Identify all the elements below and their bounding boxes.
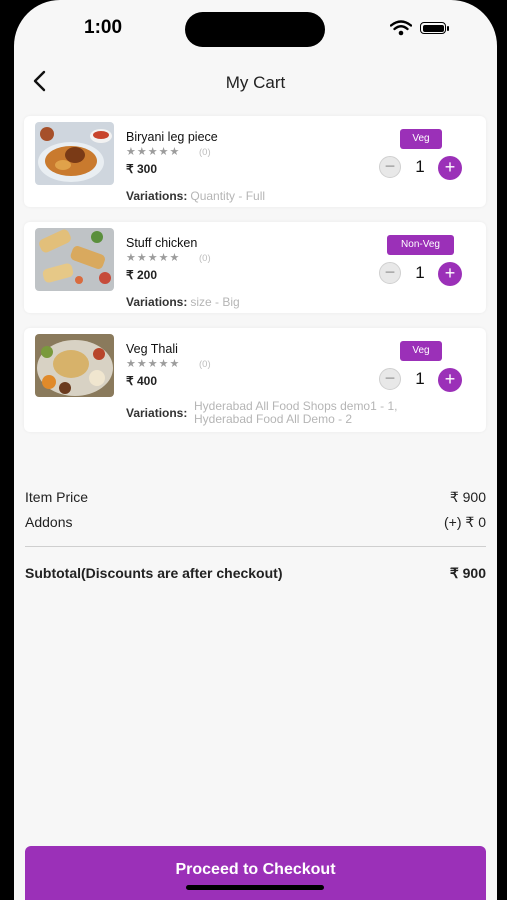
cart-item-stuff-chicken: Stuff chicken ★★★★★ (0) ₹ 200 Variations… bbox=[24, 222, 486, 313]
item-price-value: ₹ 900 bbox=[449, 489, 486, 505]
increase-qty-button[interactable]: + bbox=[438, 262, 462, 286]
item-quantity: 1 bbox=[415, 369, 425, 388]
summary-divider bbox=[25, 546, 486, 547]
subtotal-label: Subtotal(Discounts are after checkout) bbox=[25, 565, 283, 581]
item-image-veg-thali bbox=[35, 334, 114, 397]
cart-item-veg-thali: Veg Thali ★★★★★ (0) ₹ 400 Variations: Hy… bbox=[24, 328, 486, 432]
minus-icon: − bbox=[384, 156, 396, 176]
veg-badge: Veg bbox=[400, 341, 442, 361]
item-quantity: 1 bbox=[415, 157, 425, 176]
rating-stars: ★★★★★ bbox=[126, 146, 181, 158]
plus-icon: + bbox=[444, 263, 456, 283]
subtotal-row: Subtotal(Discounts are after checkout) ₹… bbox=[25, 565, 486, 581]
item-price: ₹ 200 bbox=[126, 268, 157, 282]
non-veg-badge: Non-Veg bbox=[387, 235, 454, 255]
item-image-stuff-chicken bbox=[35, 228, 114, 291]
increase-qty-button[interactable]: + bbox=[438, 156, 462, 180]
proceed-to-checkout-button[interactable]: Proceed to Checkout bbox=[25, 846, 486, 900]
addons-label: Addons bbox=[25, 514, 73, 530]
item-variations: Variations: Quantity - Full bbox=[126, 189, 265, 203]
status-time: 1:00 bbox=[84, 17, 123, 38]
minus-icon: − bbox=[384, 262, 396, 282]
item-price-label: Item Price bbox=[25, 489, 89, 505]
item-price-row: Item Price ₹ 900 bbox=[25, 489, 486, 505]
variations-value: Quantity - Full bbox=[190, 189, 266, 203]
variations-value-line: Hyderabad Food All Demo - 2 bbox=[194, 412, 353, 426]
variations-label: Variations: bbox=[126, 189, 188, 203]
variations-value: Hyderabad All Food Shops demo1 - 1, Hyde… bbox=[194, 400, 397, 426]
rating-count: (0) bbox=[199, 253, 211, 264]
status-bar: 1:00 bbox=[14, 0, 497, 58]
item-name: Biryani leg piece bbox=[126, 130, 218, 144]
home-indicator bbox=[186, 885, 324, 890]
item-quantity: 1 bbox=[415, 263, 425, 282]
wifi-icon bbox=[390, 20, 412, 36]
battery-icon bbox=[420, 22, 446, 34]
increase-qty-button[interactable]: + bbox=[438, 368, 462, 392]
item-price: ₹ 300 bbox=[126, 162, 157, 176]
item-price: ₹ 400 bbox=[126, 374, 157, 388]
rating-count: (0) bbox=[199, 359, 211, 370]
item-variations: Variations: size - Big bbox=[126, 295, 240, 309]
variations-value: size - Big bbox=[190, 295, 240, 309]
variations-label: Variations: bbox=[126, 406, 188, 420]
veg-badge: Veg bbox=[400, 129, 442, 149]
battery-cap bbox=[447, 26, 449, 31]
minus-icon: − bbox=[384, 368, 396, 388]
app-screen: 1:00 My Cart Biryani leg piece ★★★★★ (0)… bbox=[14, 0, 497, 900]
dynamic-island bbox=[185, 12, 325, 47]
app-bar: My Cart bbox=[14, 58, 497, 104]
item-image-biryani bbox=[35, 122, 114, 185]
decrease-qty-button[interactable]: − bbox=[379, 368, 401, 390]
device-frame: 1:00 My Cart Biryani leg piece ★★★★★ (0)… bbox=[0, 0, 507, 900]
variations-label: Variations: bbox=[126, 295, 188, 309]
item-name: Stuff chicken bbox=[126, 236, 198, 250]
rating-stars: ★★★★★ bbox=[126, 358, 181, 370]
cart-item-biryani: Biryani leg piece ★★★★★ (0) ₹ 300 Variat… bbox=[24, 116, 486, 207]
addons-value: (+) ₹ 0 bbox=[444, 514, 486, 530]
addons-row: Addons (+) ₹ 0 bbox=[25, 514, 486, 530]
plus-icon: + bbox=[444, 157, 456, 177]
rating-stars: ★★★★★ bbox=[126, 252, 181, 264]
page-title: My Cart bbox=[225, 73, 286, 92]
plus-icon: + bbox=[444, 369, 456, 389]
decrease-qty-button[interactable]: − bbox=[379, 156, 401, 178]
subtotal-value: ₹ 900 bbox=[449, 565, 486, 581]
item-name: Veg Thali bbox=[126, 342, 178, 356]
rating-count: (0) bbox=[199, 147, 211, 158]
decrease-qty-button[interactable]: − bbox=[379, 262, 401, 284]
